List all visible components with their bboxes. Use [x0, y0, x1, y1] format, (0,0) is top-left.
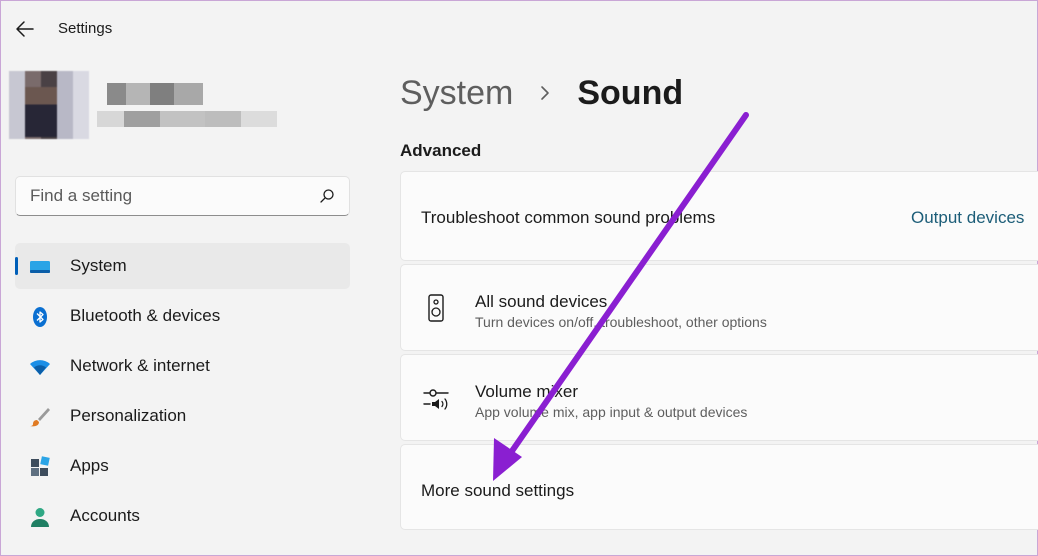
search-icon[interactable] [319, 188, 335, 204]
user-profile[interactable] [9, 71, 289, 141]
avatar[interactable] [9, 71, 89, 139]
sidebar-item-label: Network & internet [70, 356, 210, 375]
mixer-icon [423, 389, 449, 410]
brush-icon [30, 408, 50, 427]
page-title: Sound [577, 73, 684, 112]
breadcrumb: System Sound [400, 71, 683, 115]
troubleshoot-card: Troubleshoot common sound problems Outpu… [400, 171, 1038, 261]
section-heading-advanced: Advanced [400, 141, 482, 160]
card-title: Volume mixer [475, 382, 578, 401]
volume-mixer-card[interactable]: Volume mixer App volume mix, app input &… [400, 354, 1038, 441]
sidebar-item-network[interactable]: Network & internet [15, 343, 350, 389]
more-sound-settings-label: More sound settings [421, 481, 575, 500]
sidebar-item-label: Personalization [70, 406, 187, 425]
card-subtitle: App volume mix, app input & output devic… [475, 404, 748, 420]
sidebar-item-system[interactable]: System [15, 243, 350, 289]
sidebar-item-apps[interactable]: Apps [15, 443, 350, 489]
apps-icon [31, 456, 50, 476]
sidebar-item-label: Bluetooth & devices [70, 306, 221, 325]
sidebar-nav: System Bluetooth & devices Network & int… [15, 243, 350, 543]
profile-email-redacted [97, 111, 277, 127]
sidebar-item-label: Apps [70, 456, 109, 475]
card-subtitle: Turn devices on/off, troubleshoot, other… [475, 314, 767, 330]
output-devices-link[interactable]: Output devices [911, 208, 1024, 228]
window-title: Settings [58, 20, 113, 37]
troubleshoot-label: Troubleshoot common sound problems [421, 208, 716, 227]
bluetooth-icon [33, 307, 47, 327]
chevron-right-icon [541, 86, 550, 100]
sidebar-item-label: Accounts [70, 506, 140, 525]
sidebar-item-bluetooth[interactable]: Bluetooth & devices [15, 293, 350, 339]
sidebar-item-personalization[interactable]: Personalization [15, 393, 350, 439]
speaker-icon [428, 294, 444, 322]
card-title: All sound devices [475, 292, 608, 311]
profile-name-redacted [107, 83, 203, 105]
search-box[interactable] [15, 176, 350, 216]
back-arrow-icon[interactable] [13, 17, 37, 41]
account-icon [31, 508, 49, 527]
wifi-icon [30, 360, 50, 375]
more-sound-settings-card[interactable]: More sound settings [400, 444, 1038, 530]
search-input[interactable] [30, 186, 319, 206]
breadcrumb-parent[interactable]: System [400, 74, 513, 113]
title-bar: Settings [1, 1, 1037, 57]
system-icon [30, 261, 50, 273]
sidebar-item-accounts[interactable]: Accounts [15, 493, 350, 539]
sidebar-item-label: System [70, 256, 127, 275]
all-sound-devices-card[interactable]: All sound devices Turn devices on/off, t… [400, 264, 1038, 351]
